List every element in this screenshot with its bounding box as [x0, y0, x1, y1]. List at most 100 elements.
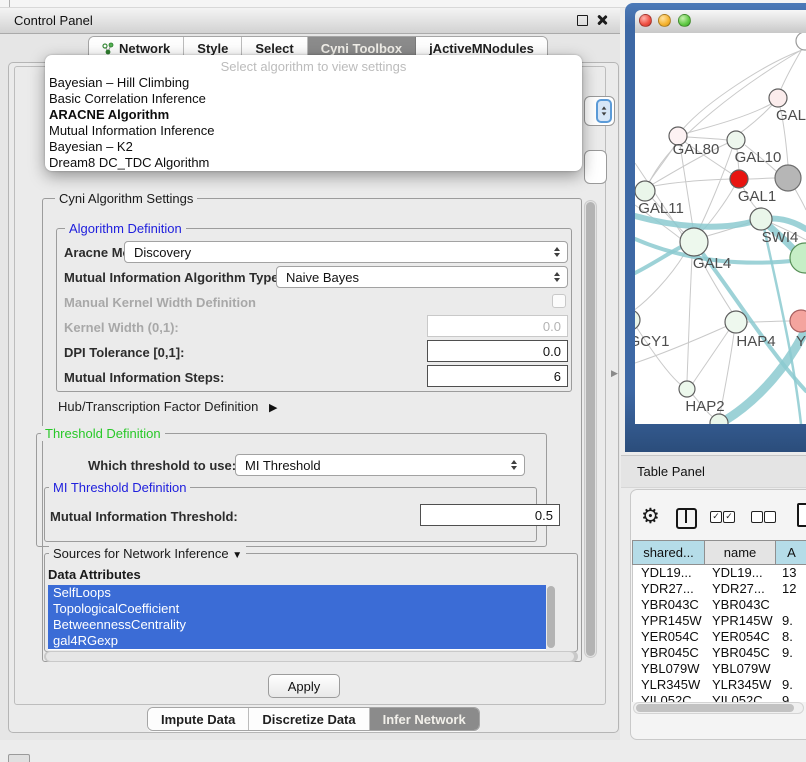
- table-cell[interactable]: YBL079W: [633, 661, 706, 677]
- network-node[interactable]: [796, 33, 806, 50]
- minimize-traffic-light-icon[interactable]: [658, 14, 671, 27]
- checked-checkbox-icon[interactable]: ✓: [710, 511, 722, 523]
- network-node[interactable]: [730, 170, 748, 188]
- algorithm-option[interactable]: ARACNE Algorithm: [45, 107, 582, 123]
- table-hscrollbar-thumb[interactable]: [636, 704, 794, 712]
- table-cell[interactable]: YBR045C: [633, 645, 706, 661]
- network-node[interactable]: [750, 208, 772, 230]
- tab-infer-network[interactable]: Infer Network: [370, 708, 479, 730]
- column-header-partial[interactable]: A: [775, 540, 806, 565]
- table-cell[interactable]: YPR145W: [706, 613, 778, 629]
- apply-button[interactable]: Apply: [268, 674, 340, 698]
- mi-type-combo[interactable]: Naive Bayes: [276, 266, 568, 288]
- column-header-shared-name[interactable]: shared...: [632, 540, 705, 565]
- network-node[interactable]: [635, 181, 655, 201]
- table-cell[interactable]: YDR27...: [706, 581, 778, 597]
- table-cell[interactable]: 9.: [778, 693, 806, 702]
- table-row[interactable]: YPR145WYPR145W9.: [633, 613, 806, 629]
- close-icon[interactable]: [596, 14, 608, 26]
- table-cell[interactable]: YBR043C: [706, 597, 778, 613]
- float-window-icon[interactable]: [577, 15, 588, 26]
- close-traffic-light-icon[interactable]: [639, 14, 652, 27]
- settings-hscrollbar[interactable]: [44, 651, 578, 662]
- attribute-item[interactable]: gal4RGexp: [48, 633, 546, 649]
- attribute-item[interactable]: BetweennessCentrality: [48, 617, 546, 633]
- network-canvas[interactable]: GALGAL80GAL10GAL1GAL11SWI4GAL4GCY1HAP4YH…: [635, 33, 806, 424]
- zoom-traffic-light-icon[interactable]: [678, 14, 691, 27]
- triangle-down-icon[interactable]: ▼: [232, 550, 242, 561]
- settings-hscrollbar-thumb[interactable]: [46, 652, 574, 661]
- column-header-name[interactable]: name: [704, 540, 776, 565]
- algorithm-option[interactable]: Bayesian – K2: [45, 139, 582, 155]
- hub-definition-expander[interactable]: Hub/Transcription Factor Definition ▶: [58, 399, 277, 414]
- minimized-panel-icon[interactable]: [8, 754, 30, 762]
- which-threshold-combo[interactable]: MI Threshold: [235, 454, 525, 476]
- inference-algorithm-combo-fragment[interactable]: [584, 96, 615, 126]
- table-cell[interactable]: YDR27...: [633, 581, 706, 597]
- gear-icon[interactable]: ⚙: [641, 504, 660, 528]
- table-row[interactable]: YBR045CYBR045C9.: [633, 645, 806, 661]
- table-cell[interactable]: YIL052C: [633, 693, 706, 702]
- table-row[interactable]: YIL052CYIL052C9.: [633, 693, 806, 702]
- attributes-scrollbar-thumb[interactable]: [547, 586, 555, 648]
- network-node[interactable]: [680, 228, 708, 256]
- table-cell[interactable]: 12: [778, 581, 806, 597]
- algorithm-option[interactable]: Basic Correlation Inference: [45, 91, 582, 107]
- checked-checkbox-icon[interactable]: ✓: [723, 511, 735, 523]
- algorithm-option[interactable]: Mutual Information Inference: [45, 123, 582, 139]
- table-row[interactable]: YBL079WYBL079W: [633, 661, 806, 677]
- mi-steps-input[interactable]: 6: [427, 365, 568, 387]
- network-node[interactable]: [635, 310, 640, 330]
- network-combo-fragment[interactable]: [584, 150, 607, 184]
- table-cell[interactable]: 9.: [778, 645, 806, 661]
- table-cell[interactable]: YIL052C: [706, 693, 778, 702]
- network-node[interactable]: [769, 89, 787, 107]
- table-cell[interactable]: YLR345W: [633, 677, 706, 693]
- network-node[interactable]: [727, 131, 745, 149]
- table-cell[interactable]: 13: [778, 565, 806, 581]
- splitpane-handle-icon[interactable]: ▶: [611, 368, 618, 379]
- unchecked-checkbox-icon[interactable]: [751, 511, 763, 523]
- table-cell[interactable]: YBR043C: [633, 597, 706, 613]
- network-node[interactable]: [725, 311, 747, 333]
- table-row[interactable]: YDR27...YDR27...12: [633, 581, 806, 597]
- settings-scrollbar[interactable]: [584, 200, 597, 658]
- table-cell[interactable]: [778, 597, 806, 613]
- table-cell[interactable]: [778, 661, 806, 677]
- mi-threshold-input[interactable]: 0.5: [420, 504, 560, 526]
- tab-impute-data[interactable]: Impute Data: [148, 708, 249, 730]
- settings-scrollbar-thumb[interactable]: [586, 202, 595, 656]
- table-row[interactable]: YDL19...YDL19...13: [633, 565, 806, 581]
- unchecked-checkbox-icon[interactable]: [764, 511, 776, 523]
- table-cell[interactable]: YLR345W: [706, 677, 778, 693]
- table-cell[interactable]: YBL079W: [706, 661, 778, 677]
- network-node[interactable]: [775, 165, 801, 191]
- columns-icon[interactable]: [676, 508, 697, 529]
- tab-discretize-data[interactable]: Discretize Data: [249, 708, 369, 730]
- table-cell[interactable]: 9.: [778, 613, 806, 629]
- table-row[interactable]: YER054CYER054C8.: [633, 629, 806, 645]
- algorithm-option[interactable]: Bayesian – Hill Climbing: [45, 75, 582, 91]
- network-node[interactable]: [790, 310, 806, 332]
- table-cell[interactable]: YDL19...: [633, 565, 706, 581]
- table-cell[interactable]: 8.: [778, 629, 806, 645]
- table-cell[interactable]: 9.: [778, 677, 806, 693]
- table-cell[interactable]: YER054C: [633, 629, 706, 645]
- dpi-tolerance-input[interactable]: 0.0: [427, 340, 568, 362]
- algorithm-option[interactable]: Dream8 DC_TDC Algorithm: [45, 155, 582, 171]
- page-icon[interactable]: [797, 503, 806, 527]
- table-cell[interactable]: YDL19...: [706, 565, 778, 581]
- table-row[interactable]: YBR043CYBR043C: [633, 597, 806, 613]
- table-row[interactable]: YLR345WYLR345W9.: [633, 677, 806, 693]
- attribute-item[interactable]: TopologicalCoefficient: [48, 601, 546, 617]
- table-cell[interactable]: YPR145W: [633, 613, 706, 629]
- kernel-width-input[interactable]: 0.0: [427, 315, 568, 337]
- table-cell[interactable]: YER054C: [706, 629, 778, 645]
- attribute-item[interactable]: SelfLoops: [48, 585, 546, 601]
- manual-kernel-checkbox[interactable]: [552, 294, 566, 308]
- table-hscrollbar[interactable]: [633, 702, 804, 714]
- aracne-mode-combo[interactable]: Discovery: [124, 241, 568, 263]
- table-cell[interactable]: YBR045C: [706, 645, 778, 661]
- network-node[interactable]: [679, 381, 695, 397]
- combo-stepper-focus[interactable]: [596, 99, 612, 123]
